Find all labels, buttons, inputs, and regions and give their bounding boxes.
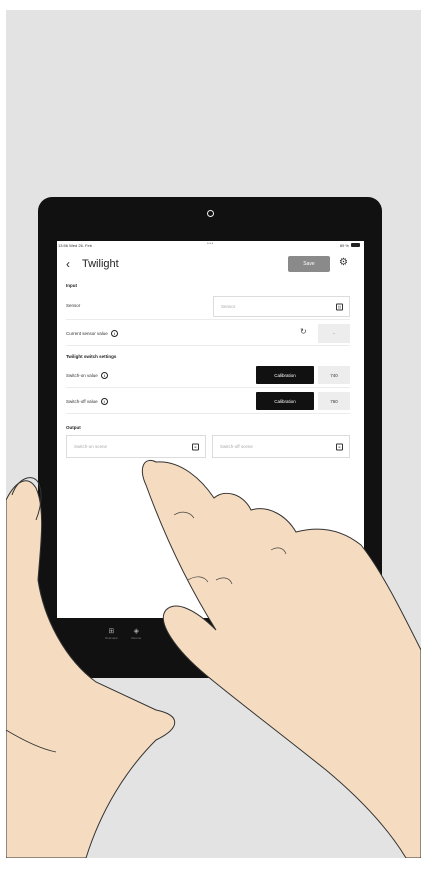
bottom-navigation: ⊞ Overview ◈ Rooms <box>57 628 364 652</box>
switch-off-value[interactable]: 760 <box>318 392 350 410</box>
info-icon[interactable]: i <box>100 398 108 405</box>
nav-label: Rooms <box>131 636 142 640</box>
switch-off-label: Switch-off value i <box>66 398 108 405</box>
current-sensor-value-text: Current sensor value <box>66 331 108 336</box>
switch-off-row: Switch-off value i Calibration 760 <box>66 389 350 414</box>
twilight-settings-label: Twilight switch settings <box>66 354 117 359</box>
switch-on-label: Switch-on value i <box>66 372 108 379</box>
photo-background: 13:56 Wed 26. Feb ••• 89 % ‹ Twilight Sa… <box>6 10 421 858</box>
gear-icon[interactable]: ⚙ <box>339 258 348 268</box>
current-sensor-value-label: Current sensor value i <box>66 330 118 337</box>
sensor-row: Sensor Sensor ⊡ <box>66 293 350 320</box>
info-icon[interactable]: i <box>100 372 108 379</box>
scene-picker-icon[interactable]: ≡ <box>336 443 343 450</box>
back-icon[interactable]: ‹ <box>66 257 70 271</box>
switch-on-value[interactable]: 740 <box>318 366 350 384</box>
save-button[interactable]: Save <box>288 256 330 272</box>
tablet-device: 13:56 Wed 26. Feb ••• 89 % ‹ Twilight Sa… <box>38 197 382 678</box>
sensor-label: Sensor <box>66 303 81 308</box>
page-title: Twilight <box>82 258 119 270</box>
battery-icon <box>351 243 360 247</box>
switch-on-row: Switch-on value i Calibration 740 <box>66 363 350 388</box>
layers-icon: ◈ <box>133 628 139 635</box>
scene-picker-icon[interactable]: ≡ <box>192 443 199 450</box>
info-icon[interactable]: i <box>110 330 118 337</box>
switch-off-scene-placeholder: Switch-off scene <box>220 444 253 449</box>
switch-on-text: Switch-on value <box>66 373 98 378</box>
refresh-icon[interactable]: ↻ <box>300 327 307 336</box>
battery-indicator: 89 % <box>340 243 360 248</box>
input-section-label: Input <box>66 283 77 288</box>
front-camera <box>207 210 214 217</box>
battery-percent: 89 % <box>339 242 349 248</box>
switch-on-scene-input[interactable]: Switch-on scene ≡ <box>66 435 206 458</box>
multitasking-dots[interactable]: ••• <box>207 241 214 247</box>
sensor-placeholder: Sensor <box>221 304 236 309</box>
switch-on-scene-placeholder: Switch-on scene <box>74 444 108 449</box>
output-section-label: Output <box>66 425 81 430</box>
sensor-input[interactable]: Sensor ⊡ <box>213 296 350 317</box>
switch-off-scene-input[interactable]: Switch-off scene ≡ <box>212 435 350 458</box>
switch-off-calibration-button[interactable]: Calibration <box>256 392 314 410</box>
current-sensor-value-row: Current sensor value i ↻ - <box>66 321 350 346</box>
sensor-picker-icon[interactable]: ⊡ <box>336 303 343 310</box>
left-thumb <box>11 477 42 521</box>
app-screen: 13:56 Wed 26. Feb ••• 89 % ‹ Twilight Sa… <box>57 241 364 628</box>
current-sensor-value: - <box>318 324 350 343</box>
page-header: ‹ Twilight Save ⚙ <box>57 251 364 277</box>
switch-off-text: Switch-off value <box>66 399 98 404</box>
screen-bottom-edge <box>57 618 364 628</box>
switch-on-calibration-button[interactable]: Calibration <box>256 366 314 384</box>
nav-item-overview[interactable]: ⊞ Overview <box>105 628 118 640</box>
grid-icon: ⊞ <box>108 628 115 635</box>
status-bar: 13:56 Wed 26. Feb ••• 89 % <box>57 241 364 250</box>
nav-label: Overview <box>105 636 118 640</box>
left-arm-line <box>6 729 57 753</box>
status-time: 13:56 Wed 26. Feb <box>58 242 92 248</box>
nav-item-rooms[interactable]: ◈ Rooms <box>132 628 142 640</box>
